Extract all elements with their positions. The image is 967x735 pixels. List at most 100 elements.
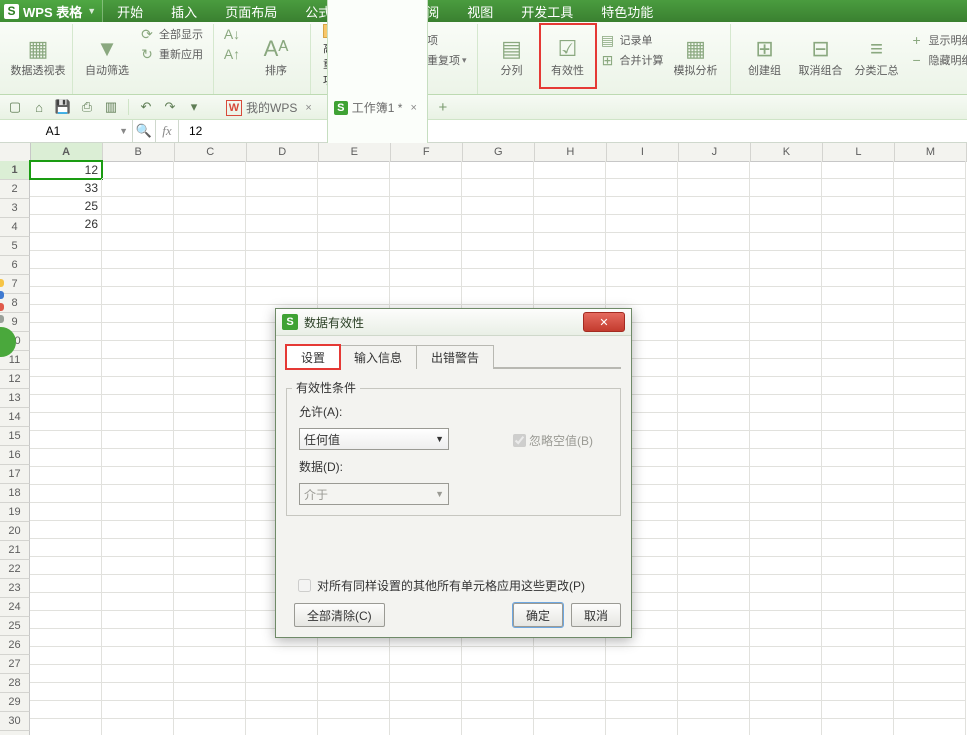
row-header[interactable]: 25 [0,617,30,636]
cell[interactable] [534,251,606,269]
cancel-button[interactable]: 取消 [571,603,621,627]
cell[interactable] [750,161,822,179]
cell[interactable] [174,341,246,359]
cell[interactable] [678,431,750,449]
cell[interactable] [534,719,606,735]
cell[interactable] [750,575,822,593]
cell[interactable] [750,179,822,197]
cell[interactable] [462,197,534,215]
dialog-titlebar[interactable]: S 数据有效性 ✕ [276,309,631,336]
cell[interactable] [102,557,174,575]
row-header[interactable]: 20 [0,522,30,541]
cell[interactable] [102,323,174,341]
cell[interactable] [822,161,894,179]
cell[interactable] [822,341,894,359]
cell[interactable] [318,215,390,233]
cell[interactable] [390,287,462,305]
cell[interactable] [894,341,966,359]
select-all-corner[interactable] [0,143,31,162]
cell[interactable] [894,287,966,305]
cell[interactable] [822,431,894,449]
cell[interactable] [30,629,102,647]
sort-button[interactable]: Aᴬ 排序 [248,24,304,88]
cell[interactable] [894,215,966,233]
cell[interactable] [822,485,894,503]
cell[interactable] [102,413,174,431]
qat-new-icon[interactable]: ▢ [6,98,24,116]
cell[interactable] [318,269,390,287]
menu-tab-开始[interactable]: 开始 [103,0,157,22]
cell[interactable] [750,395,822,413]
cell[interactable] [102,701,174,719]
cell[interactable] [30,485,102,503]
cell[interactable] [102,629,174,647]
app-label[interactable]: S WPS 表格 ▼ [0,0,103,22]
cell[interactable] [678,269,750,287]
cell[interactable] [174,503,246,521]
cell[interactable] [678,575,750,593]
column-header[interactable]: B [103,143,175,162]
cell[interactable] [30,251,102,269]
row-header[interactable]: 31 [0,731,30,735]
cell[interactable] [318,719,390,735]
cell[interactable] [30,341,102,359]
cell[interactable] [462,287,534,305]
cell[interactable] [102,431,174,449]
cell[interactable] [174,485,246,503]
cell[interactable] [606,215,678,233]
cell[interactable] [678,215,750,233]
column-header[interactable]: I [607,143,679,162]
cell[interactable] [102,197,174,215]
qat-preview-icon[interactable]: ▥ [102,98,120,116]
cell[interactable] [30,269,102,287]
cell[interactable] [246,233,318,251]
cell[interactable] [678,413,750,431]
cell[interactable] [318,197,390,215]
cell[interactable]: 33 [30,179,102,197]
cell[interactable] [894,719,966,735]
cell[interactable] [606,269,678,287]
cell[interactable] [894,269,966,287]
row-header[interactable]: 19 [0,503,30,522]
cell[interactable] [534,647,606,665]
ok-button[interactable]: 确定 [513,603,563,627]
cell[interactable] [606,161,678,179]
column-header[interactable]: J [679,143,751,162]
cell[interactable] [534,179,606,197]
row-header[interactable]: 8 [0,294,30,313]
cell[interactable] [390,269,462,287]
row-header[interactable]: 26 [0,636,30,655]
cell[interactable] [822,323,894,341]
record-form-button[interactable]: ▤记录单 [596,30,668,50]
qat-undo-icon[interactable]: ↶ [137,98,155,116]
cell[interactable] [390,161,462,179]
cell[interactable] [318,287,390,305]
cell[interactable] [750,323,822,341]
cell[interactable] [678,161,750,179]
cell[interactable] [894,413,966,431]
cell[interactable] [750,467,822,485]
cell[interactable] [822,377,894,395]
cell[interactable] [174,575,246,593]
cell[interactable] [102,467,174,485]
data-validation-button[interactable]: ☑ 有效性 [540,24,596,88]
cell[interactable] [390,215,462,233]
menu-tab-特色功能[interactable]: 特色功能 [587,0,667,22]
cell[interactable] [534,215,606,233]
cell[interactable] [822,233,894,251]
reapply-button[interactable]: ↻重新应用 [135,44,207,64]
cell[interactable] [750,215,822,233]
cell[interactable] [462,161,534,179]
cell[interactable] [318,251,390,269]
cell[interactable] [174,377,246,395]
cell[interactable] [174,233,246,251]
column-header[interactable]: L [823,143,895,162]
row-header[interactable]: 15 [0,427,30,446]
cell[interactable] [246,287,318,305]
cell[interactable] [822,719,894,735]
cell[interactable] [102,233,174,251]
cell[interactable] [174,467,246,485]
cell[interactable] [174,665,246,683]
cell[interactable] [822,359,894,377]
cell[interactable] [894,449,966,467]
